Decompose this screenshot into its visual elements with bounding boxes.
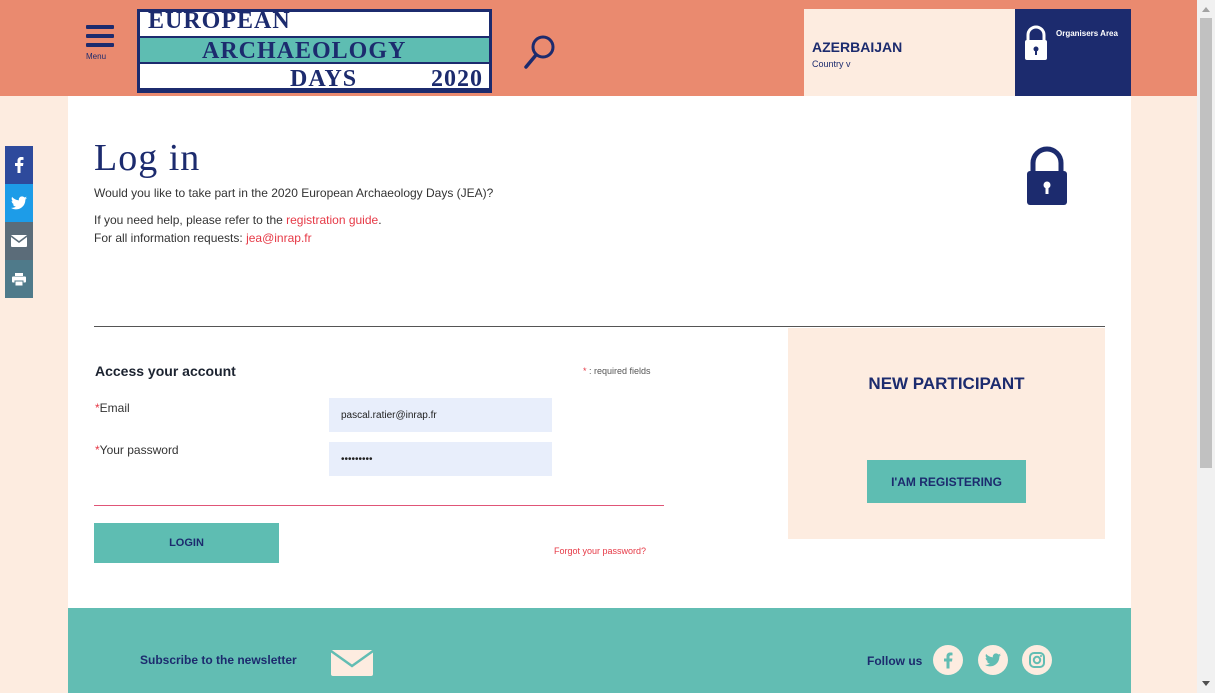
help-text: If you need help, please refer to the re…	[94, 213, 382, 227]
hamburger-icon	[86, 25, 114, 29]
envelope-icon	[11, 235, 27, 247]
follow-us-label: Follow us	[867, 654, 923, 668]
hamburger-icon-bar	[86, 34, 114, 38]
newsletter-link[interactable]: Subscribe to the newsletter	[140, 653, 297, 667]
page-title: Log in	[94, 137, 201, 179]
lock-icon	[1025, 25, 1047, 60]
envelope-icon[interactable]	[330, 649, 374, 677]
intro-text: Would you like to take part in the 2020 …	[94, 186, 494, 200]
page-scrollbar[interactable]	[1197, 0, 1215, 693]
site-header: Menu EUROPEAN ARCHAEOLOGY DAYS 2020 AZER…	[0, 0, 1197, 96]
email-share-button[interactable]	[5, 222, 33, 260]
password-label: *Your password	[95, 443, 179, 457]
lock-icon	[1027, 146, 1067, 205]
instagram-icon	[1029, 652, 1045, 668]
form-separator	[94, 505, 664, 506]
site-footer: Subscribe to the newsletter Follow us	[68, 608, 1131, 693]
right-margin-band	[1131, 96, 1197, 693]
twitter-icon	[985, 653, 1001, 667]
access-account-heading: Access your account	[95, 363, 236, 379]
info-text: For all information requests: jea@inrap.…	[94, 231, 312, 245]
twitter-icon	[11, 196, 27, 210]
site-logo[interactable]: EUROPEAN ARCHAEOLOGY DAYS 2020	[137, 9, 492, 93]
new-participant-heading: NEW PARTICIPANT	[868, 374, 1025, 393]
facebook-icon	[15, 157, 24, 173]
info-text-prefix: For all information requests:	[94, 231, 247, 245]
new-participant-panel: NEW PARTICIPANT I'AM REGISTERING	[788, 328, 1105, 539]
country-selector[interactable]: AZERBAIJAN Country v	[804, 9, 1015, 96]
organisers-area-button[interactable]: Organisers Area	[1015, 9, 1131, 96]
help-text-suffix: .	[378, 213, 382, 227]
social-share-bar	[5, 146, 33, 298]
register-button[interactable]: I'AM REGISTERING	[867, 460, 1026, 503]
facebook-share-button[interactable]	[5, 146, 33, 184]
required-fields-text: : required fields	[586, 366, 651, 376]
logo-line-3: DAYS	[290, 66, 358, 92]
facebook-follow-button[interactable]	[933, 645, 963, 675]
login-button[interactable]: LOGIN	[94, 523, 279, 563]
facebook-icon	[944, 652, 953, 668]
scroll-down-arrow-icon[interactable]	[1197, 675, 1215, 693]
scrollbar-thumb[interactable]	[1200, 18, 1212, 468]
scroll-up-arrow-icon[interactable]	[1197, 0, 1215, 18]
printer-icon	[12, 272, 26, 286]
menu-button[interactable]: Menu	[86, 25, 120, 77]
logo-year: 2020	[431, 66, 483, 92]
logo-line-2: ARCHAEOLOGY	[202, 38, 407, 64]
password-field[interactable]	[329, 442, 552, 476]
required-fields-note: * : required fields	[583, 366, 651, 376]
logo-line-1: EUROPEAN	[148, 8, 291, 34]
hamburger-icon-bar	[86, 43, 114, 47]
organisers-area-label: Organisers Area	[1056, 29, 1118, 38]
print-button[interactable]	[5, 260, 33, 298]
search-icon[interactable]	[522, 33, 558, 71]
forgot-password-link[interactable]: Forgot your password?	[554, 546, 646, 556]
registration-guide-link[interactable]: registration guide	[286, 213, 378, 227]
country-name: AZERBAIJAN	[812, 39, 903, 55]
email-label: *Email	[95, 401, 130, 415]
twitter-share-button[interactable]	[5, 184, 33, 222]
contact-email-link[interactable]: jea@inrap.fr	[246, 231, 312, 245]
help-text-prefix: If you need help, please refer to the	[94, 213, 287, 227]
menu-label: Menu	[86, 52, 107, 61]
email-field[interactable]	[329, 398, 552, 432]
twitter-follow-button[interactable]	[978, 645, 1008, 675]
country-dropdown-label: Country v	[812, 59, 851, 69]
section-divider	[94, 326, 1105, 327]
password-label-text: Your password	[99, 443, 179, 457]
email-label-text: Email	[99, 401, 130, 415]
instagram-follow-button[interactable]	[1022, 645, 1052, 675]
